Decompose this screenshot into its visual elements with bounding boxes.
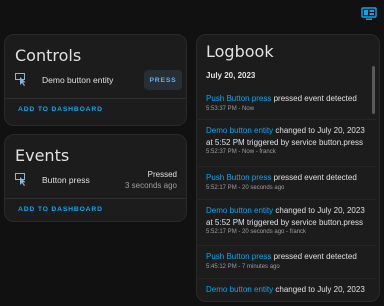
log-separator — [196, 278, 376, 279]
log-entry: Demo button entity changed to July 20, 2… — [206, 125, 371, 155]
events-divider — [4, 198, 187, 199]
events-state: Pressed — [147, 170, 177, 179]
log-message: pressed event detected — [271, 94, 357, 103]
button-pointer-icon — [15, 73, 26, 86]
events-add-to-dashboard-button[interactable]: ADD TO DASHBOARD — [18, 206, 103, 213]
logbook-title: Logbook — [206, 42, 274, 61]
log-entry: Demo button entity changed to July 20, 2… — [206, 205, 371, 235]
events-entity-name[interactable]: Button press — [42, 175, 90, 185]
log-separator — [196, 166, 376, 167]
log-entity-link[interactable]: Push Button press — [206, 94, 271, 103]
log-entry: Push Button press pressed event detected… — [206, 172, 371, 191]
events-time: 3 seconds ago — [124, 181, 177, 190]
log-separator — [196, 245, 376, 246]
log-entity-link[interactable]: Demo button entity — [206, 126, 273, 135]
controls-entity-name[interactable]: Demo button entity — [42, 75, 113, 85]
controls-divider — [4, 98, 187, 99]
log-timestamp: 5:52:17 PM - 20 seconds ago — [206, 184, 285, 191]
log-entry: Push Button press pressed event detected… — [206, 93, 371, 112]
controls-add-to-dashboard-button[interactable]: ADD TO DASHBOARD — [18, 106, 103, 113]
log-entity-link[interactable]: Demo button entity — [206, 206, 273, 215]
log-entry: Demo button entity changed to July 20, 2… — [206, 284, 371, 300]
logbook-date: July 20, 2023 — [206, 71, 256, 80]
log-timestamp: 5:52:17 PM - 20 seconds ago - franck — [206, 229, 307, 235]
log-separator — [196, 199, 376, 200]
log-timestamp: 5:53:37 PM - Now — [206, 105, 255, 112]
log-entity-link[interactable]: Demo button entity — [206, 285, 273, 294]
log-separator — [196, 119, 376, 120]
button-pointer-icon — [15, 173, 26, 186]
log-timestamp: 5:45:12 PM - 7 minutes ago — [206, 263, 280, 270]
log-timestamp: 5:52:37 PM - Now - franck — [206, 149, 276, 155]
log-message: pressed event detected — [271, 173, 357, 182]
log-message: changed to July 20, 2023 — [273, 285, 365, 294]
log-entity-link[interactable]: Push Button press — [206, 252, 271, 261]
press-button[interactable]: PRESS — [144, 70, 182, 90]
controls-title: Controls — [15, 46, 82, 65]
dashboard-monitor-icon[interactable] — [361, 7, 377, 21]
logbook-scrollbar[interactable] — [372, 66, 375, 114]
log-entry: Push Button press pressed event detected… — [206, 251, 371, 270]
log-entity-link[interactable]: Push Button press — [206, 173, 271, 182]
events-title: Events — [15, 146, 70, 165]
log-message: pressed event detected — [271, 252, 357, 261]
